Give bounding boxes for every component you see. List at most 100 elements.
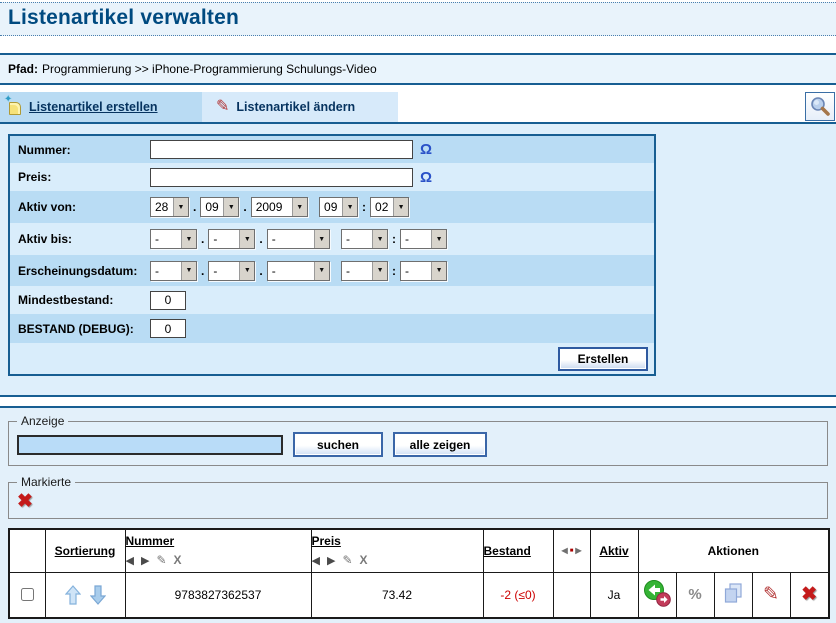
- suchen-button[interactable]: suchen: [293, 432, 383, 457]
- filter-pen-icon[interactable]: ✎: [156, 553, 166, 567]
- aktiv-von-label: Aktiv von:: [18, 200, 150, 214]
- percent-icon: %: [688, 586, 701, 603]
- aktiv-header: Aktiv: [590, 529, 638, 572]
- filter-pen-icon[interactable]: ✎: [342, 553, 352, 567]
- breadcrumb-label: Pfad:: [8, 62, 38, 76]
- sort-preis-link[interactable]: Preis: [312, 534, 341, 548]
- row-checkbox[interactable]: [21, 588, 34, 601]
- form-row-bestand-debug: BESTAND (DEBUG):: [10, 314, 654, 343]
- page-next-icon[interactable]: ▶: [327, 554, 335, 567]
- aktiv-von-day-select[interactable]: 28▼: [150, 197, 189, 217]
- filter-clear-icon[interactable]: X: [174, 553, 182, 567]
- edit-pencil-icon: ✎: [216, 99, 229, 115]
- chevron-down-icon: ▼: [431, 230, 446, 248]
- form-section: Nummer: Ω Preis: Ω Aktiv von: 28▼ . 09▼ …: [0, 124, 836, 395]
- tab-label: Listenartikel erstellen: [29, 100, 158, 114]
- bestand-debug-input[interactable]: [150, 319, 186, 338]
- nummer-label: Nummer:: [18, 143, 150, 157]
- page-prev-icon[interactable]: ◀: [126, 554, 134, 567]
- move-arrows-icon: [642, 579, 672, 608]
- magnifier-icon: [809, 96, 831, 118]
- aktiv-von-month-select[interactable]: 09▼: [200, 197, 239, 217]
- sort-aktiv-link[interactable]: Aktiv: [599, 544, 628, 558]
- special-char-icon[interactable]: Ω: [420, 169, 432, 186]
- aktiv-bis-day-select[interactable]: -▼: [150, 229, 197, 249]
- articles-table: Sortierung Nummer ◀ ▶ ✎ X Preis ◀ ▶: [8, 528, 830, 619]
- erscheinungsdatum-hour-select[interactable]: -▼: [341, 261, 388, 281]
- delete-icon: ✖: [801, 584, 817, 605]
- sortierung-header: Sortierung: [45, 529, 125, 572]
- special-char-icon[interactable]: Ω: [420, 141, 432, 158]
- form-row-erscheinungsdatum: Erscheinungsdatum: -▼ . -▼ . -▼ -▼ : -▼: [10, 255, 654, 286]
- chevron-down-icon: ▼: [342, 198, 357, 216]
- tab-listenartikel-aendern[interactable]: ✎ Listenartikel ändern: [202, 92, 398, 122]
- alle-zeigen-button[interactable]: alle zeigen: [393, 432, 487, 457]
- erscheinungsdatum-year-select[interactable]: -▼: [267, 261, 330, 281]
- tab-bar: ✦ Listenartikel erstellen ✎ Listenartike…: [0, 92, 836, 122]
- erscheinungsdatum-day-select[interactable]: -▼: [150, 261, 197, 281]
- create-form: Nummer: Ω Preis: Ω Aktiv von: 28▼ . 09▼ …: [8, 134, 656, 376]
- copy-icon: [721, 581, 745, 605]
- sort-bestand-link[interactable]: Bestand: [484, 544, 531, 558]
- anzeige-legend: Anzeige: [17, 414, 68, 428]
- table-header-row: Sortierung Nummer ◀ ▶ ✎ X Preis ◀ ▶: [9, 529, 829, 572]
- aktiv-von-year-select[interactable]: 2009▼: [251, 197, 308, 217]
- mindestbestand-input[interactable]: [150, 291, 186, 310]
- move-down-icon[interactable]: [90, 585, 106, 605]
- row-bestand: -2 (≤0): [483, 572, 553, 618]
- row-sortierung-cell: [45, 572, 125, 618]
- copy-action[interactable]: [714, 572, 752, 618]
- preis-input[interactable]: [150, 168, 413, 187]
- form-row-nummer: Nummer: Ω: [10, 136, 654, 163]
- chevron-down-icon: ▼: [314, 230, 329, 248]
- mindestbestand-label: Mindestbestand:: [18, 293, 150, 307]
- move-up-icon[interactable]: [65, 585, 81, 605]
- chevron-down-icon: ▼: [372, 262, 387, 280]
- search-button[interactable]: [805, 92, 835, 121]
- row-nummer: 9783827362537: [125, 572, 311, 618]
- chevron-down-icon: ▼: [239, 230, 254, 248]
- erscheinungsdatum-month-select[interactable]: -▼: [208, 261, 255, 281]
- discount-action[interactable]: %: [676, 572, 714, 618]
- aktionen-header: Aktionen: [638, 529, 829, 572]
- page-prev-icon[interactable]: ◀: [312, 554, 320, 567]
- page-next-icon[interactable]: ▶: [141, 554, 149, 567]
- row-spacer-cell: [553, 572, 590, 618]
- erstellen-button[interactable]: Erstellen: [558, 347, 648, 371]
- aktiv-bis-minute-select[interactable]: -▼: [400, 229, 447, 249]
- aktiv-bis-hour-select[interactable]: -▼: [341, 229, 388, 249]
- anzeige-fieldset: Anzeige suchen alle zeigen: [8, 414, 828, 466]
- move-to-list-action[interactable]: [638, 572, 676, 618]
- chevron-down-icon: ▼: [181, 262, 196, 280]
- sort-sortierung-link[interactable]: Sortierung: [55, 544, 116, 558]
- delete-action[interactable]: ✖: [790, 572, 829, 618]
- column-resize-icon[interactable]: ◀ ■ ▶: [554, 546, 590, 555]
- tab-listenartikel-erstellen[interactable]: ✦ Listenartikel erstellen: [0, 92, 202, 122]
- chevron-down-icon: ▼: [239, 262, 254, 280]
- nummer-input[interactable]: [150, 140, 413, 159]
- aktiv-von-minute-select[interactable]: 02▼: [370, 197, 409, 217]
- spacer: [0, 397, 836, 406]
- column-toggle-header: ◀ ■ ▶: [553, 529, 590, 572]
- spacer: [0, 36, 836, 53]
- aktiv-bis-year-select[interactable]: -▼: [267, 229, 330, 249]
- sort-nummer-link[interactable]: Nummer: [126, 534, 175, 548]
- edit-action[interactable]: ✎: [752, 572, 790, 618]
- row-select-cell: [9, 572, 45, 618]
- bestand-debug-label: BESTAND (DEBUG):: [18, 322, 150, 336]
- chevron-down-icon: ▼: [314, 262, 329, 280]
- search-input[interactable]: [17, 435, 283, 455]
- edit-pencil-icon: ✎: [763, 583, 779, 606]
- erscheinungsdatum-minute-select[interactable]: -▼: [400, 261, 447, 281]
- filter-clear-icon[interactable]: X: [360, 553, 368, 567]
- aktiv-bis-label: Aktiv bis:: [18, 232, 150, 246]
- row-preis: 73.42: [311, 572, 483, 618]
- aktiv-von-hour-select[interactable]: 09▼: [319, 197, 358, 217]
- aktiv-bis-month-select[interactable]: -▼: [208, 229, 255, 249]
- preis-header: Preis ◀ ▶ ✎ X: [311, 529, 483, 572]
- list-section: Anzeige suchen alle zeigen Markierte ✖ S…: [0, 408, 836, 623]
- delete-marked-icon[interactable]: ✖: [17, 492, 33, 511]
- tab-label: Listenartikel ändern: [236, 100, 355, 114]
- chevron-down-icon: ▼: [173, 198, 188, 216]
- spacer: [398, 92, 805, 122]
